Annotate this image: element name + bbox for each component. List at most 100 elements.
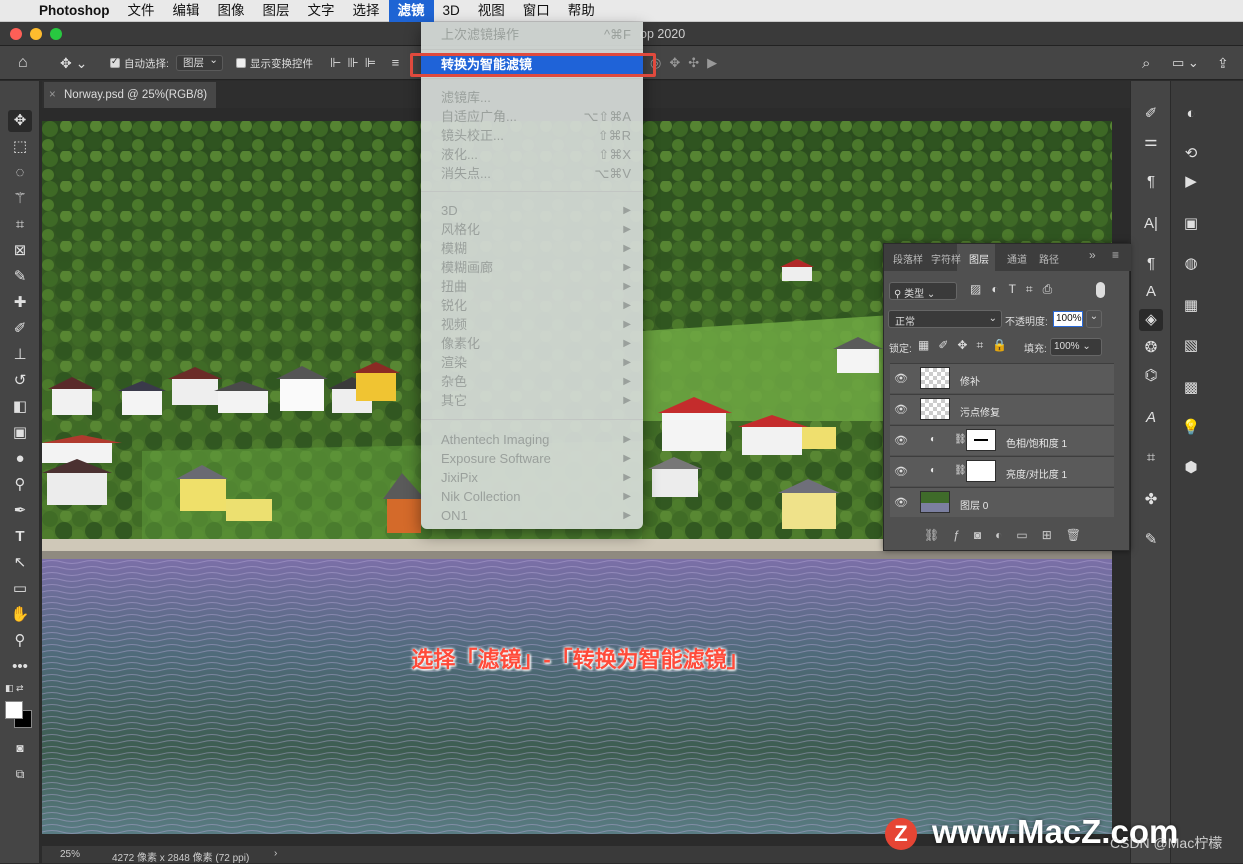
menu-item-liquify[interactable]: 液化... ⇧⌘X bbox=[441, 145, 631, 164]
character-panel-icon[interactable]: A| bbox=[1139, 213, 1163, 235]
workspace-icon[interactable]: ▭ ⌄ bbox=[1172, 54, 1199, 72]
menu-item-noise[interactable]: 杂色 ▶ bbox=[441, 372, 631, 391]
history-brush-icon[interactable]: ↺ bbox=[8, 370, 32, 392]
healing-brush-icon[interactable]: ✚ bbox=[8, 292, 32, 314]
home-icon[interactable]: ⌂ bbox=[18, 54, 28, 72]
fill-input[interactable]: 100% ⌄ bbox=[1050, 338, 1102, 356]
align-icons[interactable]: ⊩⊪⊫ ≡ bbox=[330, 54, 405, 72]
paragraph-styles-icon[interactable]: ¶ bbox=[1139, 253, 1163, 275]
minimize-window-button[interactable] bbox=[30, 28, 42, 40]
eyedropper-icon[interactable]: ✎ bbox=[8, 266, 32, 288]
actions-play-icon[interactable]: ▶ bbox=[1179, 171, 1203, 193]
tab-channels[interactable]: 通道 bbox=[1007, 251, 1027, 266]
3d-panel-icon[interactable]: ⬢ bbox=[1179, 457, 1203, 479]
menu-item-sharpen[interactable]: 锐化 ▶ bbox=[441, 296, 631, 315]
menu-item-lens-correction[interactable]: 镜头校正... ⇧⌘R bbox=[441, 126, 631, 145]
share-icon[interactable]: ⇪ bbox=[1217, 54, 1229, 72]
crop-tool-icon[interactable]: ⌗ bbox=[8, 214, 32, 236]
character-styles-icon[interactable]: A bbox=[1139, 281, 1163, 303]
layer-row[interactable]: 👁 图层 0 bbox=[890, 487, 1114, 517]
search-icon[interactable]: ⌕ bbox=[1142, 54, 1150, 72]
tab-paragraph-styles[interactable]: 段落样 bbox=[893, 251, 923, 266]
panel-menu-icon[interactable]: ≡ bbox=[1112, 248, 1119, 262]
menu-filter[interactable]: 滤镜 bbox=[388, 0, 434, 22]
menu-item-blur-gallery[interactable]: 模糊画廊 ▶ bbox=[441, 258, 631, 277]
menu-item-on1[interactable]: ON1 ▶ bbox=[441, 506, 631, 525]
type-tool-icon[interactable]: T bbox=[8, 526, 32, 548]
menu-window[interactable]: 窗口 bbox=[514, 0, 559, 22]
history-brush-panel-icon[interactable]: ✐ bbox=[1139, 103, 1163, 125]
close-tab-icon[interactable]: × bbox=[49, 82, 56, 108]
menu-3d[interactable]: 3D bbox=[434, 0, 469, 22]
blur-tool-icon[interactable]: ● bbox=[8, 448, 32, 470]
menu-item-other[interactable]: 其它 ▶ bbox=[441, 391, 631, 410]
layers-panel-icon[interactable]: ◈ bbox=[1139, 309, 1163, 331]
status-arrow-icon[interactable]: › bbox=[274, 848, 277, 859]
zoom-level[interactable]: 25% bbox=[60, 849, 80, 860]
brush-tool-icon[interactable]: ✐ bbox=[8, 318, 32, 340]
menu-item-stylize[interactable]: 风格化 ▶ bbox=[441, 220, 631, 239]
menu-item-athentech[interactable]: Athentech Imaging ▶ bbox=[441, 430, 631, 449]
menu-item-blur[interactable]: 模糊 ▶ bbox=[441, 239, 631, 258]
adjust-panel-icon[interactable]: ⚌ bbox=[1139, 131, 1163, 153]
rectangle-tool-icon[interactable]: ▭ bbox=[8, 578, 32, 600]
brush-panel-icon[interactable]: ✎ bbox=[1139, 529, 1163, 551]
glyphs-panel-icon[interactable]: A bbox=[1139, 407, 1163, 429]
menu-help[interactable]: 帮助 bbox=[559, 0, 604, 22]
menu-layer[interactable]: 图层 bbox=[254, 0, 299, 22]
layers-footer-icons[interactable]: ⛓ƒ◙◐▭⊞🗑 bbox=[924, 528, 1095, 542]
blend-mode-dropdown[interactable]: 正常 ⌄ bbox=[888, 310, 1002, 328]
crop-panel-icon[interactable]: ⌗ bbox=[1139, 447, 1163, 469]
tab-layers[interactable]: 图层 bbox=[969, 251, 989, 266]
plugins-panel-icon[interactable]: ✤ bbox=[1139, 489, 1163, 511]
layer-filter-icons[interactable]: ▨◐T⌗⎙ bbox=[970, 282, 1062, 297]
menu-select[interactable]: 选择 bbox=[344, 0, 389, 22]
layer-row[interactable]: 👁 修补 bbox=[890, 363, 1114, 393]
menu-item-adaptive-wide-angle[interactable]: 自适应广角... ⌥⇧⌘A bbox=[441, 107, 631, 126]
layer-row[interactable]: 👁 ◐ ⛓ 亮度/对比度 1 bbox=[890, 456, 1114, 486]
patterns-icon[interactable]: ▩ bbox=[1179, 377, 1203, 399]
swatches-icon[interactable]: ▦ bbox=[1179, 295, 1203, 317]
menu-view[interactable]: 视图 bbox=[469, 0, 514, 22]
quick-mask-icon[interactable]: ◙ bbox=[8, 737, 32, 759]
menu-item-jixipix[interactable]: JixiPix ▶ bbox=[441, 468, 631, 487]
layer-row[interactable]: 👁 ◐ ⛓ 色相/饱和度 1 bbox=[890, 425, 1114, 455]
auto-select-checkbox[interactable]: 自动选择: bbox=[110, 54, 169, 72]
layer-filter-dropdown[interactable]: ⚲ 类型 ⌄ bbox=[889, 282, 957, 300]
menu-edit[interactable]: 编辑 bbox=[164, 0, 209, 22]
visibility-eye-icon[interactable]: 👁 bbox=[894, 496, 908, 509]
paragraph-panel-icon[interactable]: ¶ bbox=[1139, 171, 1163, 193]
pen-tool-icon[interactable]: ✒ bbox=[8, 500, 32, 522]
document-tab[interactable]: × Norway.psd @ 25%(RGB/8) bbox=[44, 82, 216, 108]
visibility-eye-icon[interactable]: 👁 bbox=[894, 465, 908, 478]
move-tool-icon[interactable]: ✥ bbox=[8, 110, 32, 132]
tab-paths[interactable]: 路径 bbox=[1039, 251, 1059, 266]
menu-item-render[interactable]: 渲染 ▶ bbox=[441, 353, 631, 372]
frame-tool-icon[interactable]: ⊠ bbox=[8, 240, 32, 262]
layer-row[interactable]: 👁 污点修复 bbox=[890, 394, 1114, 424]
menu-item-distort[interactable]: 扭曲 ▶ bbox=[441, 277, 631, 296]
close-window-button[interactable] bbox=[10, 28, 22, 40]
gradients-icon[interactable]: ▧ bbox=[1179, 335, 1203, 357]
visibility-eye-icon[interactable]: 👁 bbox=[894, 372, 908, 385]
path-select-icon[interactable]: ↖ bbox=[8, 552, 32, 574]
learn-icon[interactable]: 💡 bbox=[1179, 417, 1203, 439]
dodge-tool-icon[interactable]: ⚲ bbox=[8, 474, 32, 496]
lasso-tool-icon[interactable]: ◌ bbox=[8, 162, 32, 184]
hand-tool-icon[interactable]: ✋ bbox=[8, 604, 32, 626]
clone-stamp-icon[interactable]: ⊥ bbox=[8, 344, 32, 366]
marquee-tool-icon[interactable]: ⬚ bbox=[8, 136, 32, 158]
auto-select-dropdown[interactable]: 图层 bbox=[176, 53, 223, 71]
default-colors-icon[interactable]: ◧ ⇄ bbox=[5, 683, 24, 694]
panel-collapse-icon[interactable]: » bbox=[1089, 248, 1096, 262]
channels-panel-icon[interactable]: ❂ bbox=[1139, 337, 1163, 359]
menu-item-exposure-software[interactable]: Exposure Software ▶ bbox=[441, 449, 631, 468]
visibility-eye-icon[interactable]: 👁 bbox=[894, 403, 908, 416]
menu-item-video[interactable]: 视频 ▶ bbox=[441, 315, 631, 334]
filter-toggle-icon[interactable] bbox=[1096, 282, 1105, 298]
opacity-dropdown-icon[interactable]: ⌄ bbox=[1086, 310, 1102, 328]
menu-item-nik-collection[interactable]: Nik Collection ▶ bbox=[441, 487, 631, 506]
paths-panel-icon[interactable]: ⌬ bbox=[1139, 365, 1163, 387]
zoom-window-button[interactable] bbox=[50, 28, 62, 40]
lock-icons[interactable]: ▦✐✥⌗🔒 bbox=[918, 338, 1016, 353]
